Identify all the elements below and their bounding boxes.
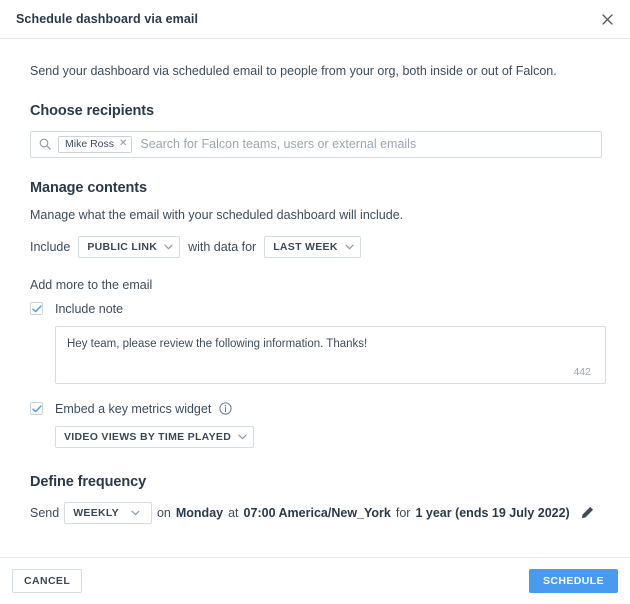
- close-icon[interactable]: [596, 8, 618, 30]
- include-note-checkbox[interactable]: [30, 302, 43, 315]
- frequency-time: 07:00 America/New_York: [243, 505, 391, 520]
- search-icon: [39, 138, 51, 150]
- cancel-button[interactable]: CANCEL: [12, 569, 83, 593]
- choose-recipients-heading: Choose recipients: [30, 102, 154, 119]
- schedule-dashboard-dialog: Schedule dashboard via email Send your d…: [0, 0, 630, 604]
- dialog-body: Send your dashboard via scheduled email …: [0, 39, 630, 557]
- note-wrapper: 442: [55, 325, 606, 384]
- frequency-day: Monday: [175, 505, 224, 520]
- include-note-row[interactable]: Include note: [30, 302, 602, 316]
- dialog-title: Schedule dashboard via email: [16, 12, 199, 26]
- include-type-select[interactable]: PUBLIC LINK: [78, 235, 181, 258]
- frequency-row: Send WEEKLY on Monday at 07:00 America/N…: [30, 501, 602, 524]
- manage-contents-heading: Manage contents: [30, 179, 147, 196]
- include-note-label: Include note: [55, 301, 124, 316]
- pencil-icon[interactable]: [581, 506, 594, 519]
- chevron-down-icon: [238, 434, 247, 440]
- manage-contents-subtitle: Manage what the email with your schedule…: [30, 207, 404, 222]
- include-label: Include: [30, 239, 71, 254]
- send-label: Send: [30, 505, 60, 520]
- data-range-select[interactable]: LAST WEEK: [264, 235, 361, 258]
- key-metrics-widget-select-value: VIDEO VIEWS BY TIME PLAYED: [64, 430, 232, 443]
- embed-widget-label: Embed a key metrics widget: [55, 401, 212, 416]
- with-data-for-label: with data for: [188, 239, 257, 254]
- embed-widget-row[interactable]: Embed a key metrics widget: [30, 402, 602, 416]
- dialog-footer: CANCEL SCHEDULE: [0, 557, 630, 604]
- schedule-button[interactable]: SCHEDULE: [529, 569, 618, 593]
- frequency-duration: 1 year (ends 19 July 2022): [415, 505, 570, 520]
- recipients-search-input[interactable]: [140, 137, 593, 151]
- widget-select-wrapper: VIDEO VIEWS BY TIME PLAYED: [55, 425, 602, 448]
- include-type-select-value: PUBLIC LINK: [87, 240, 158, 253]
- note-char-count: 442: [573, 365, 591, 378]
- define-frequency-heading: Define frequency: [30, 473, 147, 490]
- chevron-down-icon: [345, 244, 354, 250]
- add-more-label: Add more to the email: [30, 277, 153, 292]
- note-textarea[interactable]: [55, 325, 606, 384]
- intro-text: Send your dashboard via scheduled email …: [30, 64, 557, 78]
- at-label: at: [228, 505, 239, 520]
- frequency-select-value: WEEKLY: [73, 506, 119, 519]
- recipient-chip[interactable]: Mike Ross ✕: [58, 135, 133, 153]
- dialog-header: Schedule dashboard via email: [0, 0, 630, 39]
- recipients-search-box[interactable]: Mike Ross ✕: [30, 130, 602, 158]
- frequency-select[interactable]: WEEKLY: [64, 501, 152, 524]
- chevron-down-icon: [164, 244, 173, 250]
- recipient-chip-remove-icon[interactable]: ✕: [119, 139, 127, 149]
- data-range-select-value: LAST WEEK: [273, 240, 338, 253]
- embed-widget-checkbox[interactable]: [30, 402, 43, 415]
- include-row: Include PUBLIC LINK with data for LAST W…: [30, 235, 602, 258]
- key-metrics-widget-select[interactable]: VIDEO VIEWS BY TIME PLAYED: [55, 425, 255, 448]
- info-icon[interactable]: [219, 402, 232, 415]
- for-label: for: [395, 505, 411, 520]
- on-label: on: [156, 505, 171, 520]
- chevron-down-icon: [131, 510, 140, 516]
- recipient-chip-label: Mike Ross: [65, 138, 115, 150]
